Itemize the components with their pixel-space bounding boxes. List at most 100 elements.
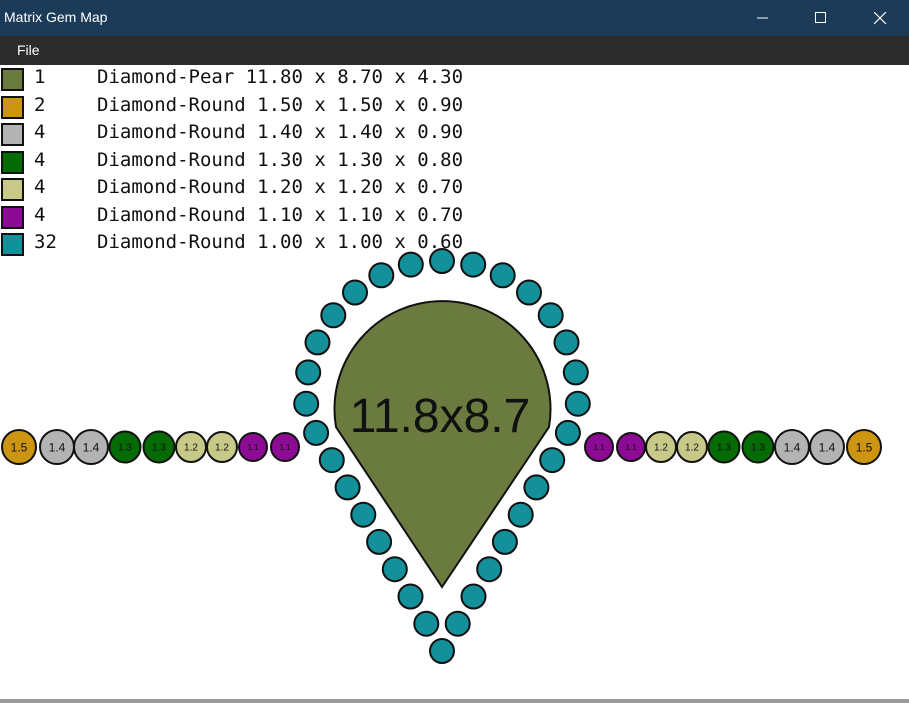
halo-stone[interactable]: 1	[342, 0, 368, 306]
stone-size-label: 1.4	[83, 440, 100, 454]
stone-size-label: 1	[361, 0, 366, 2]
side-stone-right[interactable]: 1.4	[809, 429, 845, 465]
side-stone-left[interactable]: 1.2	[175, 431, 207, 463]
halo-stone[interactable]: 1	[429, 0, 455, 274]
side-stone-right[interactable]: 1.3	[741, 430, 775, 464]
side-stone-right[interactable]: 1.3	[707, 430, 741, 464]
stone-size-label: 1.3	[118, 443, 132, 454]
stone-circle	[460, 251, 487, 278]
halo-stone[interactable]: 1	[553, 0, 580, 356]
stone-circle	[368, 262, 395, 289]
side-stone-left[interactable]: 1.3	[142, 430, 176, 464]
stone-circle	[304, 329, 331, 356]
stone-size-label: 1.3	[751, 443, 765, 454]
side-stone-right[interactable]: 1.1	[616, 432, 646, 462]
stone-circle	[295, 359, 322, 386]
stone-circle	[350, 501, 377, 528]
stone-circle	[413, 610, 440, 637]
stone-size-label: 1	[527, 0, 532, 2]
halo-stone[interactable]: 1	[489, 0, 516, 289]
stone-size-label: 1	[440, 0, 445, 2]
stone-circle	[334, 474, 361, 501]
side-stone-left[interactable]: 1.1	[238, 432, 268, 462]
halo-stone[interactable]: 1	[295, 0, 322, 386]
stone-size-label: 1.5	[856, 440, 873, 454]
stone-size-label: 1	[455, 0, 460, 2]
stone-circle	[342, 279, 368, 306]
stone-size-label: 1	[550, 0, 555, 2]
stone-size-label: 1.3	[717, 443, 731, 454]
stone-circle	[429, 638, 455, 664]
stone-circle	[553, 329, 580, 356]
stone-circle	[562, 359, 589, 386]
halo-stone[interactable]: 1	[562, 0, 589, 386]
stone-circle	[523, 474, 550, 501]
stone-circle	[507, 501, 534, 528]
stone-size-label: 1.5	[11, 440, 28, 454]
stone-circle	[397, 251, 424, 278]
stone-circle	[564, 390, 591, 417]
stone-size-label: 1	[345, 0, 350, 2]
stone-size-label: 1	[471, 0, 476, 2]
stone-circle	[293, 390, 320, 417]
pear-size-label: 11.8x8.7	[350, 390, 531, 443]
stone-size-label: 1.1	[247, 443, 259, 452]
stone-circle	[444, 610, 471, 637]
stone-size-label: 1	[566, 0, 571, 2]
stone-size-label: 1	[576, 0, 581, 2]
side-stone-left[interactable]: 1.1	[270, 432, 300, 462]
stone-size-label: 1	[393, 0, 398, 2]
side-stone-left[interactable]: 1.5	[1, 429, 37, 465]
stone-size-label: 1	[534, 0, 539, 2]
stone-size-label: 1	[315, 0, 320, 2]
stone-size-label: 1.2	[184, 443, 198, 454]
stone-circle	[539, 447, 566, 474]
stone-circle	[318, 447, 345, 474]
stone-size-label: 1.2	[215, 443, 229, 454]
stone-size-label: 1	[379, 0, 384, 2]
stone-size-label: 1	[353, 0, 358, 2]
gem-map: 11.8x8.7 1111111111111111111111111111111…	[1, 0, 882, 664]
stone-circle	[366, 528, 393, 555]
stone-circle	[516, 279, 542, 306]
halo-stone[interactable]: 1	[460, 0, 487, 278]
stone-circle	[320, 302, 347, 329]
stone-circle	[429, 248, 455, 274]
stone-size-label: 1.4	[819, 440, 836, 454]
side-stone-left[interactable]: 1.3	[108, 430, 142, 464]
stone-size-label: 1	[331, 0, 336, 2]
stone-size-label: 1.1	[625, 443, 637, 452]
side-stone-right[interactable]: 1.2	[676, 431, 708, 463]
side-stone-right[interactable]: 1.1	[584, 432, 614, 462]
stone-circle	[554, 419, 581, 446]
stone-size-label: 1.1	[593, 443, 605, 452]
stone-size-label: 1.1	[279, 443, 291, 452]
stone-size-label: 1	[409, 0, 414, 2]
stone-circle	[381, 556, 408, 583]
halo-stone[interactable]: 1	[304, 0, 331, 356]
stone-circle	[460, 583, 487, 610]
halo-stone[interactable]: 1	[397, 0, 424, 278]
side-stone-right[interactable]: 1.2	[645, 431, 677, 463]
halo-stone[interactable]: 1	[320, 0, 347, 329]
side-stone-left[interactable]: 1.4	[39, 429, 75, 465]
stone-size-label: 1.3	[152, 443, 166, 454]
side-stone-left[interactable]: 1.4	[73, 429, 109, 465]
stone-size-label: 1	[487, 0, 492, 2]
side-stone-right[interactable]: 1.4	[774, 429, 810, 465]
stone-size-label: 1	[518, 0, 523, 2]
halo-stone[interactable]: 1	[368, 0, 395, 289]
side-stone-left[interactable]: 1.2	[206, 431, 238, 463]
halo-stone[interactable]: 1	[537, 0, 564, 329]
halo-stone[interactable]: 1	[516, 0, 542, 306]
stone-circle	[303, 419, 330, 446]
stone-circle	[491, 528, 518, 555]
stone-circle	[397, 583, 424, 610]
stone-size-label: 1.4	[784, 440, 801, 454]
stone-circle	[476, 556, 503, 583]
status-strip	[0, 699, 909, 703]
side-stone-right[interactable]: 1.5	[846, 429, 882, 465]
stone-size-label: 1	[306, 0, 311, 2]
stone-size-label: 1.2	[685, 443, 699, 454]
stone-size-label: 1	[503, 0, 508, 2]
